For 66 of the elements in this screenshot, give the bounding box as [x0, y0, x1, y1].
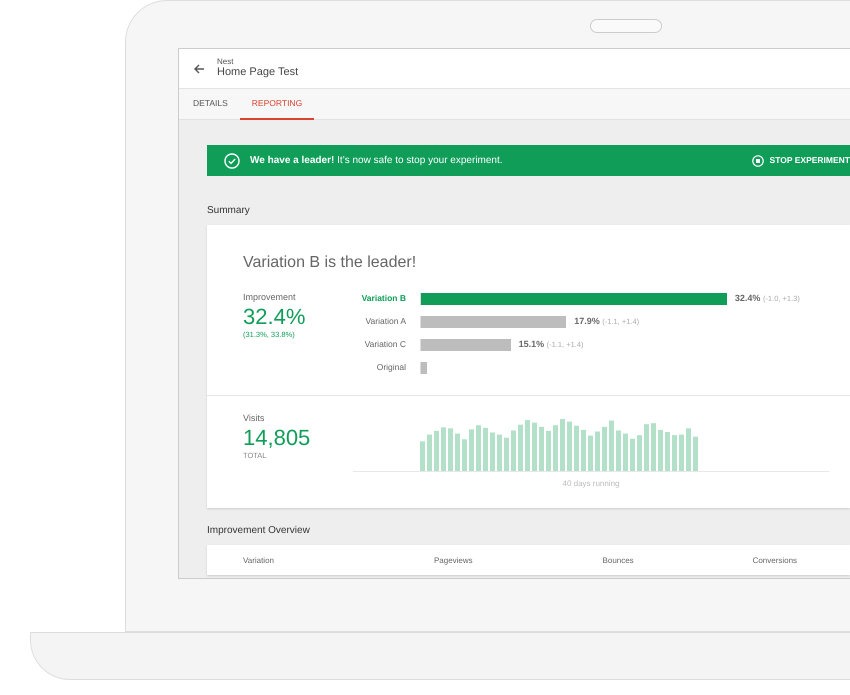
variation-label: Variation B [360, 292, 407, 305]
visits-bar [602, 426, 607, 471]
visits-bar [693, 436, 698, 471]
variation-label: Variation A [364, 315, 407, 328]
visits-bar [518, 424, 523, 471]
stop-experiment-button[interactable]: STOP EXPERIMENT [752, 154, 850, 167]
visits-bar [553, 425, 558, 471]
variation-label: Original [376, 361, 407, 374]
visits-bar [588, 436, 593, 471]
visits-bar [490, 432, 495, 471]
tab[interactable]: REPORTING [240, 89, 314, 120]
visits-bar [476, 425, 481, 471]
variation-label: Variation C [364, 338, 407, 351]
visits-bar [455, 434, 460, 471]
visits-bar [525, 420, 530, 471]
visits-bar [595, 431, 600, 471]
visits-bar [651, 423, 656, 471]
page-title: Home Page Test [217, 66, 298, 80]
visits-bar [630, 438, 635, 471]
visits-bar [658, 430, 663, 471]
visits-bar [546, 430, 551, 471]
visits-bar [434, 430, 439, 471]
visits-bar [637, 435, 642, 471]
tab[interactable]: DETAILS [181, 89, 240, 120]
visits-bar [672, 435, 677, 471]
camera-notch [590, 19, 662, 33]
check-circle-icon [224, 152, 240, 168]
stop-circle-icon [752, 154, 764, 166]
column-header: Conversions [752, 555, 798, 567]
visits-bar [420, 441, 425, 471]
visits-bar [665, 432, 670, 471]
visits-bar [581, 430, 586, 471]
visits-bar [532, 422, 537, 471]
back-arrow-icon[interactable] [193, 62, 205, 74]
visits-bar [448, 428, 453, 471]
visits-bar [567, 422, 572, 471]
column-header: Variation [243, 555, 275, 567]
visits-bar [504, 438, 509, 471]
visits-bar [469, 429, 474, 471]
section-heading: Summary [207, 204, 251, 218]
visits-bar [497, 434, 502, 471]
visits-bar [427, 434, 432, 471]
column-header: Bounces [602, 555, 635, 567]
visits-bar [511, 430, 516, 471]
visits-bar [623, 434, 628, 471]
visits-bar [574, 426, 579, 471]
breadcrumb-label: Nest [217, 58, 234, 66]
visits-bar [441, 427, 446, 471]
chart-caption: 40 days running [562, 478, 620, 490]
visits-bar [609, 420, 614, 471]
visits-label: Visits [243, 412, 266, 425]
visits-bar [483, 428, 488, 471]
visits-bar [686, 428, 691, 471]
visits-value: 14,805 [243, 426, 312, 450]
section-heading: Improvement Overview [207, 524, 311, 538]
visits-bar [679, 434, 684, 471]
column-header: Pageviews [434, 555, 474, 567]
banner-message: We have a leader! It’s now safe to stop your experiment. [250, 154, 504, 168]
visits-bar [560, 419, 565, 471]
improvement-value: 32.4% [243, 304, 306, 329]
improvement-label: Improvement [243, 291, 297, 304]
leader-title: Variation B is the leader! [243, 253, 418, 273]
visits-bar [616, 430, 621, 471]
visits-bar [644, 424, 649, 471]
visits-bar [539, 426, 544, 471]
visits-bar [462, 439, 467, 471]
